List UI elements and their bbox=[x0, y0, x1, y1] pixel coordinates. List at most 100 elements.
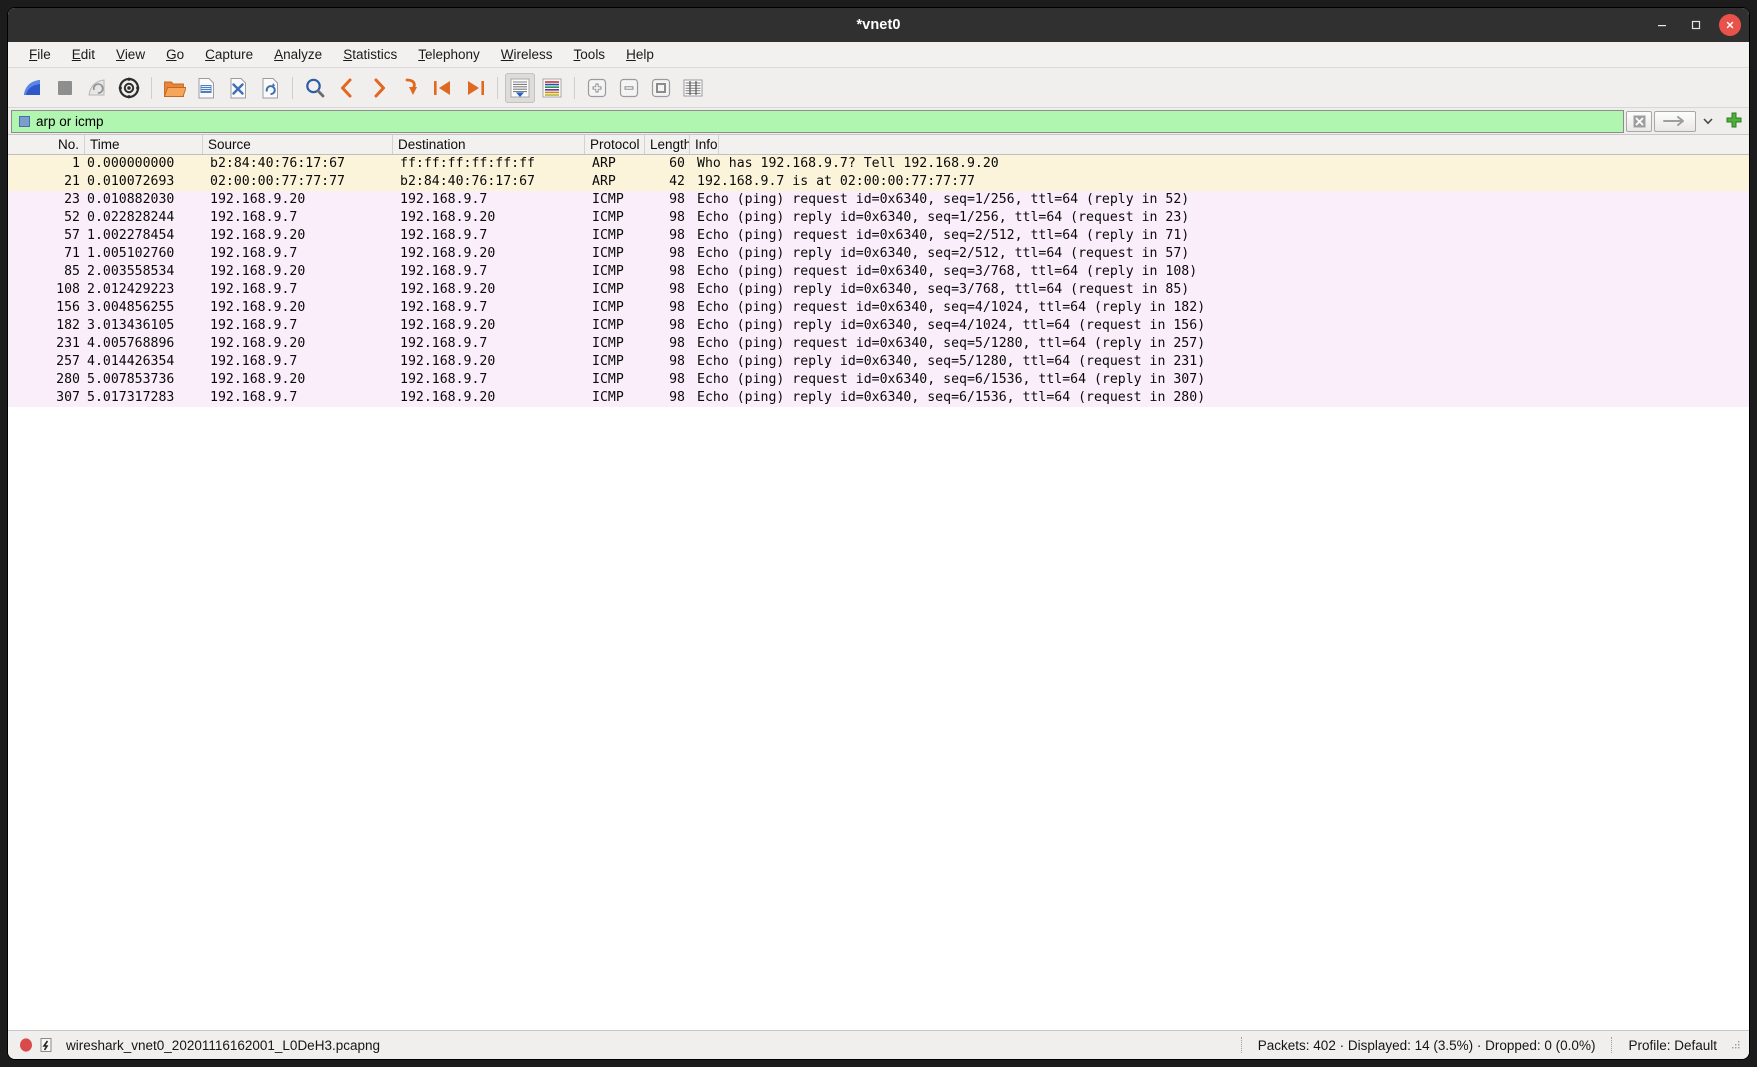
packet-row[interactable]: 1563.004856255192.168.9.20192.168.9.7ICM… bbox=[8, 299, 1749, 317]
packet-cell-info: Echo (ping) reply id=0x6340, seq=5/1280,… bbox=[690, 353, 1749, 371]
packet-cell-destination: ff:ff:ff:ff:ff:ff bbox=[393, 155, 585, 173]
wireshark-window: *vnet0 File Edit View Go Capture Analyze… bbox=[8, 8, 1749, 1059]
zoom-reset-icon[interactable] bbox=[646, 73, 676, 103]
menu-telephony[interactable]: Telephony bbox=[409, 45, 489, 64]
go-to-last-packet-icon[interactable] bbox=[460, 73, 490, 103]
zoom-out-icon[interactable] bbox=[614, 73, 644, 103]
filter-bookmark-icon[interactable] bbox=[16, 113, 32, 129]
toolbar-separator bbox=[292, 77, 293, 99]
display-filter-input[interactable] bbox=[36, 112, 1621, 131]
packet-cell-no: 71 bbox=[8, 245, 85, 263]
packet-cell-source: 192.168.9.7 bbox=[203, 245, 393, 263]
close-file-icon[interactable] bbox=[223, 73, 253, 103]
packet-row[interactable]: 711.005102760192.168.9.7192.168.9.20ICMP… bbox=[8, 245, 1749, 263]
packet-cell-no: 307 bbox=[8, 389, 85, 407]
column-header-protocol[interactable]: Protocol bbox=[585, 135, 645, 154]
packet-row[interactable]: 1823.013436105192.168.9.7192.168.9.20ICM… bbox=[8, 317, 1749, 335]
menu-help[interactable]: Help bbox=[617, 45, 663, 64]
packet-cell-protocol: ICMP bbox=[585, 263, 645, 281]
column-header-info[interactable]: Info bbox=[690, 135, 719, 154]
packet-cell-length: 98 bbox=[645, 389, 690, 407]
close-button[interactable] bbox=[1719, 14, 1741, 36]
menu-analyze[interactable]: Analyze bbox=[265, 45, 331, 64]
start-capture-icon[interactable] bbox=[18, 73, 48, 103]
display-filter-field[interactable] bbox=[11, 110, 1624, 133]
menu-capture[interactable]: Capture bbox=[196, 45, 262, 64]
packet-row[interactable]: 520.022828244192.168.9.7192.168.9.20ICMP… bbox=[8, 209, 1749, 227]
menu-go[interactable]: Go bbox=[157, 45, 193, 64]
capture-options-icon[interactable] bbox=[114, 73, 144, 103]
packet-cell-info: Echo (ping) request id=0x6340, seq=5/128… bbox=[690, 335, 1749, 353]
packet-cell-info: Echo (ping) reply id=0x6340, seq=1/256, … bbox=[690, 209, 1749, 227]
packet-cell-protocol: ICMP bbox=[585, 371, 645, 389]
resize-grip-icon[interactable] bbox=[1729, 1039, 1741, 1051]
packet-cell-info: Echo (ping) request id=0x6340, seq=1/256… bbox=[690, 191, 1749, 209]
column-header-no[interactable]: No. bbox=[8, 135, 85, 154]
packet-cell-info: Echo (ping) reply id=0x6340, seq=4/1024,… bbox=[690, 317, 1749, 335]
packet-cell-destination: 192.168.9.20 bbox=[393, 209, 585, 227]
menu-file[interactable]: File bbox=[20, 45, 60, 64]
packet-cell-protocol: ICMP bbox=[585, 389, 645, 407]
packet-row[interactable]: 571.002278454192.168.9.20192.168.9.7ICMP… bbox=[8, 227, 1749, 245]
menu-edit[interactable]: Edit bbox=[63, 45, 104, 64]
packet-cell-source: b2:84:40:76:17:67 bbox=[203, 155, 393, 173]
display-filter-bar bbox=[8, 108, 1749, 135]
menu-statistics[interactable]: Statistics bbox=[334, 45, 406, 64]
column-header-time[interactable]: Time bbox=[85, 135, 203, 154]
packet-cell-protocol: ICMP bbox=[585, 317, 645, 335]
capture-running-icon[interactable] bbox=[16, 1035, 36, 1055]
packet-cell-source: 192.168.9.7 bbox=[203, 317, 393, 335]
restart-capture-icon[interactable] bbox=[82, 73, 112, 103]
packet-row[interactable]: 2314.005768896192.168.9.20192.168.9.7ICM… bbox=[8, 335, 1749, 353]
minimize-button[interactable] bbox=[1651, 14, 1673, 36]
packet-cell-time: 0.010882030 bbox=[85, 191, 203, 209]
expert-info-icon[interactable] bbox=[36, 1035, 56, 1055]
colorize-packets-icon[interactable] bbox=[537, 73, 567, 103]
packet-cell-length: 98 bbox=[645, 299, 690, 317]
filter-add-button[interactable] bbox=[1722, 110, 1746, 133]
packet-cell-source: 192.168.9.7 bbox=[203, 353, 393, 371]
filter-apply-button[interactable] bbox=[1654, 111, 1696, 132]
menu-wireless[interactable]: Wireless bbox=[492, 45, 562, 64]
filter-dropdown-button[interactable] bbox=[1698, 111, 1718, 132]
packet-list-pane[interactable]: No. Time Source Destination Protocol Len… bbox=[8, 135, 1749, 1031]
menu-tools[interactable]: Tools bbox=[565, 45, 615, 64]
find-packet-icon[interactable] bbox=[300, 73, 330, 103]
packet-row[interactable]: 230.010882030192.168.9.20192.168.9.7ICMP… bbox=[8, 191, 1749, 209]
packet-row[interactable]: 2574.014426354192.168.9.7192.168.9.20ICM… bbox=[8, 353, 1749, 371]
packet-row[interactable]: 1082.012429223192.168.9.7192.168.9.20ICM… bbox=[8, 281, 1749, 299]
auto-scroll-icon[interactable] bbox=[505, 73, 535, 103]
packet-cell-time: 3.004856255 bbox=[85, 299, 203, 317]
profile-label[interactable]: Profile: Default bbox=[1628, 1038, 1723, 1053]
filter-clear-button[interactable] bbox=[1626, 111, 1652, 132]
maximize-button[interactable] bbox=[1685, 14, 1707, 36]
go-to-first-packet-icon[interactable] bbox=[428, 73, 458, 103]
reload-file-icon[interactable] bbox=[255, 73, 285, 103]
packet-cell-info: Who has 192.168.9.7? Tell 192.168.9.20 bbox=[690, 155, 1749, 173]
go-back-icon[interactable] bbox=[332, 73, 362, 103]
menu-view[interactable]: View bbox=[107, 45, 154, 64]
packet-cell-destination: 192.168.9.20 bbox=[393, 317, 585, 335]
column-header-length[interactable]: Length bbox=[645, 135, 690, 154]
zoom-in-icon[interactable] bbox=[582, 73, 612, 103]
open-file-icon[interactable] bbox=[159, 73, 189, 103]
packet-row[interactable]: 10.000000000b2:84:40:76:17:67ff:ff:ff:ff… bbox=[8, 155, 1749, 173]
resize-columns-icon[interactable] bbox=[678, 73, 708, 103]
column-header-destination[interactable]: Destination bbox=[393, 135, 585, 154]
packet-row[interactable]: 852.003558534192.168.9.20192.168.9.7ICMP… bbox=[8, 263, 1749, 281]
menu-bar: File Edit View Go Capture Analyze Statis… bbox=[8, 42, 1749, 68]
save-file-icon[interactable] bbox=[191, 73, 221, 103]
packet-cell-destination: 192.168.9.7 bbox=[393, 371, 585, 389]
main-toolbar bbox=[8, 68, 1749, 108]
packet-row[interactable]: 210.01007269302:00:00:77:77:77b2:84:40:7… bbox=[8, 173, 1749, 191]
go-forward-icon[interactable] bbox=[364, 73, 394, 103]
go-to-packet-icon[interactable] bbox=[396, 73, 426, 103]
packet-cell-length: 98 bbox=[645, 191, 690, 209]
column-header-source[interactable]: Source bbox=[203, 135, 393, 154]
packet-row[interactable]: 3075.017317283192.168.9.7192.168.9.20ICM… bbox=[8, 389, 1749, 407]
packet-cell-source: 192.168.9.20 bbox=[203, 227, 393, 245]
packet-row[interactable]: 2805.007853736192.168.9.20192.168.9.7ICM… bbox=[8, 371, 1749, 389]
packet-cell-destination: 192.168.9.7 bbox=[393, 191, 585, 209]
stop-capture-icon[interactable] bbox=[50, 73, 80, 103]
packet-cell-time: 3.013436105 bbox=[85, 317, 203, 335]
